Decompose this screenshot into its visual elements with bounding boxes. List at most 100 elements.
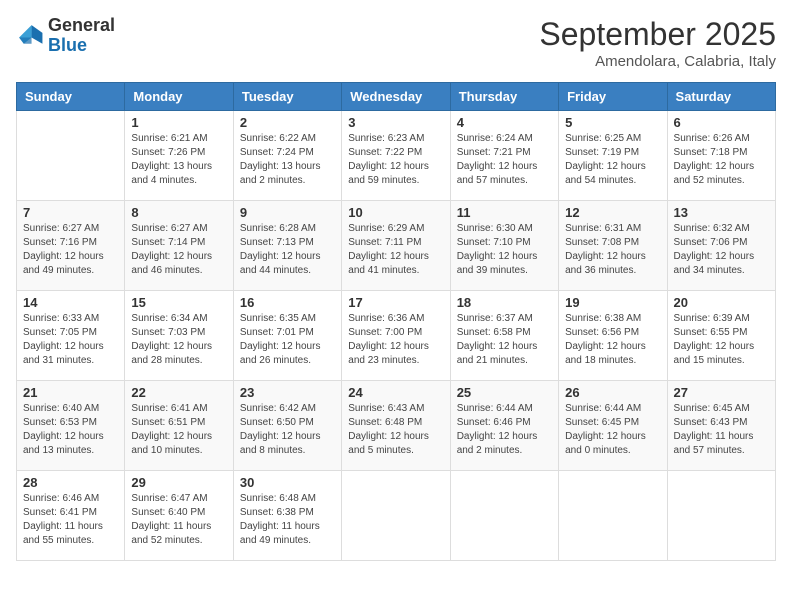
day-number: 24 xyxy=(348,385,443,400)
day-info: Sunrise: 6:47 AM Sunset: 6:40 PM Dayligh… xyxy=(131,492,226,548)
day-number: 18 xyxy=(457,295,552,310)
day-number: 2 xyxy=(240,115,335,130)
day-info: Sunrise: 6:24 AM Sunset: 7:21 PM Dayligh… xyxy=(457,132,552,188)
day-number: 5 xyxy=(565,115,660,130)
day-number: 10 xyxy=(348,205,443,220)
day-info: Sunrise: 6:37 AM Sunset: 6:58 PM Dayligh… xyxy=(457,312,552,368)
calendar-week-row: 28 Sunrise: 6:46 AM Sunset: 6:41 PM Dayli… xyxy=(17,471,776,561)
calendar-day-cell xyxy=(17,111,125,201)
day-number: 20 xyxy=(674,295,769,310)
day-info: Sunrise: 6:22 AM Sunset: 7:24 PM Dayligh… xyxy=(240,132,335,188)
day-number: 12 xyxy=(565,205,660,220)
day-number: 14 xyxy=(23,295,118,310)
day-info: Sunrise: 6:25 AM Sunset: 7:19 PM Dayligh… xyxy=(565,132,660,188)
day-info: Sunrise: 6:38 AM Sunset: 6:56 PM Dayligh… xyxy=(565,312,660,368)
day-info: Sunrise: 6:42 AM Sunset: 6:50 PM Dayligh… xyxy=(240,402,335,458)
day-info: Sunrise: 6:45 AM Sunset: 6:43 PM Dayligh… xyxy=(674,402,769,458)
day-number: 25 xyxy=(457,385,552,400)
logo: General Blue xyxy=(16,16,115,56)
calendar-day-cell: 6Sunrise: 6:26 AM Sunset: 7:18 PM Daylig… xyxy=(667,111,775,201)
day-number: 28 xyxy=(23,475,118,490)
calendar-day-cell: 16 Sunrise: 6:35 AM Sunset: 7:01 PM Dayli… xyxy=(233,291,341,381)
calendar-day-cell: 26 Sunrise: 6:44 AM Sunset: 6:45 PM Dayli… xyxy=(559,381,667,471)
calendar-week-row: 14 Sunrise: 6:33 AM Sunset: 7:05 PM Dayli… xyxy=(17,291,776,381)
day-number: 29 xyxy=(131,475,226,490)
weekday-header-cell: Saturday xyxy=(667,83,775,111)
calendar-day-cell: 22 Sunrise: 6:41 AM Sunset: 6:51 PM Dayli… xyxy=(125,381,233,471)
calendar-day-cell: 27 Sunrise: 6:45 AM Sunset: 6:43 PM Dayli… xyxy=(667,381,775,471)
calendar-day-cell: 19 Sunrise: 6:38 AM Sunset: 6:56 PM Dayli… xyxy=(559,291,667,381)
weekday-header-cell: Friday xyxy=(559,83,667,111)
calendar-day-cell xyxy=(342,471,450,561)
month-title: September 2025 xyxy=(539,16,776,53)
calendar-day-cell: 10 Sunrise: 6:29 AM Sunset: 7:11 PM Dayli… xyxy=(342,201,450,291)
calendar-day-cell: 9 Sunrise: 6:28 AM Sunset: 7:13 PM Daylig… xyxy=(233,201,341,291)
day-info: Sunrise: 6:46 AM Sunset: 6:41 PM Dayligh… xyxy=(23,492,118,548)
calendar-day-cell: 15Sunrise: 6:34 AM Sunset: 7:03 PM Dayli… xyxy=(125,291,233,381)
day-number: 3 xyxy=(348,115,443,130)
day-number: 11 xyxy=(457,205,552,220)
day-info: Sunrise: 6:43 AM Sunset: 6:48 PM Dayligh… xyxy=(348,402,443,458)
calendar-week-row: 7 Sunrise: 6:27 AM Sunset: 7:16 PM Daylig… xyxy=(17,201,776,291)
calendar-day-cell xyxy=(450,471,558,561)
weekday-header-cell: Sunday xyxy=(17,83,125,111)
day-info: Sunrise: 6:31 AM Sunset: 7:08 PM Dayligh… xyxy=(565,222,660,278)
calendar-body: 1 Sunrise: 6:21 AM Sunset: 7:26 PM Daylig… xyxy=(17,111,776,561)
weekday-header-cell: Tuesday xyxy=(233,83,341,111)
calendar-day-cell xyxy=(559,471,667,561)
calendar-day-cell: 7 Sunrise: 6:27 AM Sunset: 7:16 PM Daylig… xyxy=(17,201,125,291)
day-info: Sunrise: 6:27 AM Sunset: 7:14 PM Dayligh… xyxy=(131,222,226,278)
calendar-day-cell: 11Sunrise: 6:30 AM Sunset: 7:10 PM Dayli… xyxy=(450,201,558,291)
day-info: Sunrise: 6:29 AM Sunset: 7:11 PM Dayligh… xyxy=(348,222,443,278)
weekday-header-cell: Monday xyxy=(125,83,233,111)
calendar-day-cell: 17Sunrise: 6:36 AM Sunset: 7:00 PM Dayli… xyxy=(342,291,450,381)
day-info: Sunrise: 6:33 AM Sunset: 7:05 PM Dayligh… xyxy=(23,312,118,368)
day-number: 23 xyxy=(240,385,335,400)
logo-icon xyxy=(16,22,44,50)
calendar-day-cell: 18 Sunrise: 6:37 AM Sunset: 6:58 PM Dayli… xyxy=(450,291,558,381)
day-info: Sunrise: 6:35 AM Sunset: 7:01 PM Dayligh… xyxy=(240,312,335,368)
day-info: Sunrise: 6:27 AM Sunset: 7:16 PM Dayligh… xyxy=(23,222,118,278)
calendar-day-cell: 3Sunrise: 6:23 AM Sunset: 7:22 PM Daylig… xyxy=(342,111,450,201)
day-info: Sunrise: 6:34 AM Sunset: 7:03 PM Dayligh… xyxy=(131,312,226,368)
calendar-day-cell: 14 Sunrise: 6:33 AM Sunset: 7:05 PM Dayli… xyxy=(17,291,125,381)
calendar-day-cell: 24 Sunrise: 6:43 AM Sunset: 6:48 PM Dayli… xyxy=(342,381,450,471)
day-number: 16 xyxy=(240,295,335,310)
day-info: Sunrise: 6:36 AM Sunset: 7:00 PM Dayligh… xyxy=(348,312,443,368)
calendar-day-cell: 29 Sunrise: 6:47 AM Sunset: 6:40 PM Dayli… xyxy=(125,471,233,561)
calendar-day-cell: 1 Sunrise: 6:21 AM Sunset: 7:26 PM Daylig… xyxy=(125,111,233,201)
day-number: 13 xyxy=(674,205,769,220)
day-info: Sunrise: 6:48 AM Sunset: 6:38 PM Dayligh… xyxy=(240,492,335,548)
day-info: Sunrise: 6:44 AM Sunset: 6:45 PM Dayligh… xyxy=(565,402,660,458)
logo-general-text: General xyxy=(48,15,115,35)
calendar-week-row: 21Sunrise: 6:40 AM Sunset: 6:53 PM Dayli… xyxy=(17,381,776,471)
weekday-header-row: SundayMondayTuesdayWednesdayThursdayFrid… xyxy=(17,83,776,111)
weekday-header-cell: Thursday xyxy=(450,83,558,111)
day-info: Sunrise: 6:28 AM Sunset: 7:13 PM Dayligh… xyxy=(240,222,335,278)
day-number: 27 xyxy=(674,385,769,400)
day-number: 9 xyxy=(240,205,335,220)
day-number: 22 xyxy=(131,385,226,400)
title-block: September 2025 Amendolara, Calabria, Ita… xyxy=(539,16,776,70)
day-number: 30 xyxy=(240,475,335,490)
day-info: Sunrise: 6:41 AM Sunset: 6:51 PM Dayligh… xyxy=(131,402,226,458)
day-number: 1 xyxy=(131,115,226,130)
day-info: Sunrise: 6:21 AM Sunset: 7:26 PM Dayligh… xyxy=(131,132,226,188)
location-text: Amendolara, Calabria, Italy xyxy=(539,53,776,70)
calendar-day-cell: 12 Sunrise: 6:31 AM Sunset: 7:08 PM Dayli… xyxy=(559,201,667,291)
calendar-day-cell: 13 Sunrise: 6:32 AM Sunset: 7:06 PM Dayli… xyxy=(667,201,775,291)
day-info: Sunrise: 6:26 AM Sunset: 7:18 PM Dayligh… xyxy=(674,132,769,188)
calendar-week-row: 1 Sunrise: 6:21 AM Sunset: 7:26 PM Daylig… xyxy=(17,111,776,201)
day-number: 8 xyxy=(131,205,226,220)
calendar-day-cell: 8 Sunrise: 6:27 AM Sunset: 7:14 PM Daylig… xyxy=(125,201,233,291)
calendar-day-cell: 4Sunrise: 6:24 AM Sunset: 7:21 PM Daylig… xyxy=(450,111,558,201)
day-number: 19 xyxy=(565,295,660,310)
day-info: Sunrise: 6:32 AM Sunset: 7:06 PM Dayligh… xyxy=(674,222,769,278)
day-number: 7 xyxy=(23,205,118,220)
calendar-day-cell xyxy=(667,471,775,561)
calendar-day-cell: 30 Sunrise: 6:48 AM Sunset: 6:38 PM Dayli… xyxy=(233,471,341,561)
day-number: 26 xyxy=(565,385,660,400)
page-header: General Blue September 2025 Amendolara, … xyxy=(16,16,776,70)
calendar-day-cell: 25Sunrise: 6:44 AM Sunset: 6:46 PM Dayli… xyxy=(450,381,558,471)
logo-blue-text: Blue xyxy=(48,35,87,55)
